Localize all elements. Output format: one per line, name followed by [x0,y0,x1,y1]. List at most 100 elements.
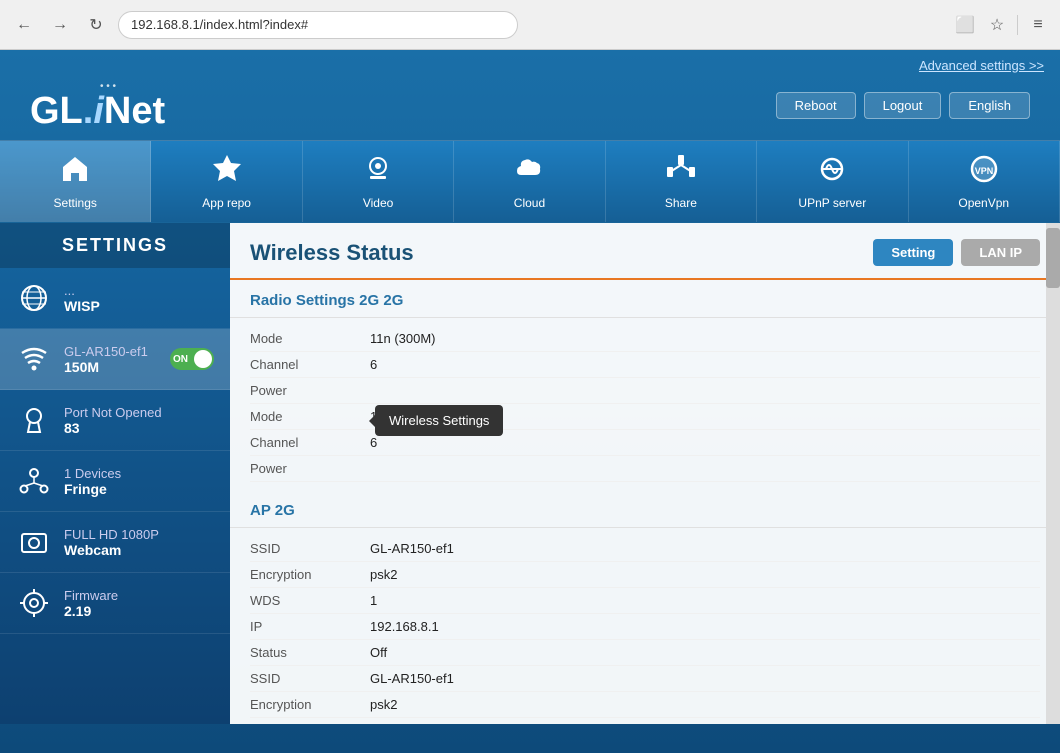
table-row: Power [250,378,1040,404]
bookmark-icon[interactable]: ☆ [985,13,1009,37]
upnp-icon [816,153,848,192]
encryption-label-2: Encryption [250,697,370,712]
devices-icon [16,463,52,499]
app-repo-icon [211,153,243,192]
firmware-sub-text: 2.19 [64,603,118,619]
nav-upnp-label: UPnP server [798,196,866,210]
wireless-icon [16,341,52,377]
table-row: Encryption psk2 [250,692,1040,718]
nav-item-settings[interactable]: Settings [0,141,151,222]
ssid-label-2: SSID [250,671,370,686]
nav-app-repo-label: App repo [202,196,251,210]
app-container: Advanced settings >> • • • GL.iNet Reboo… [0,50,1060,753]
top-bar: Advanced settings >> [0,50,1060,81]
toggle-knob [194,350,212,368]
nav-bar: Settings App repo Video [0,140,1060,223]
firmware-text: Firmware 2.19 [64,588,118,619]
nav-item-share[interactable]: Share [606,141,757,222]
sidebar: SETTINGS ... WISP [0,223,230,724]
firmware-main-text: Firmware [64,588,118,603]
language-button[interactable]: English [949,92,1030,119]
svg-text:VPN: VPN [974,166,993,176]
wds-label-1: WDS [250,593,370,608]
nav-item-openvpn[interactable]: VPN OpenVpn [909,141,1060,222]
table-row: Status Off [250,640,1040,666]
sidebar-title: SETTINGS [0,223,230,268]
port-sub-text: 83 [64,420,162,436]
logout-button[interactable]: Logout [864,92,942,119]
back-button[interactable]: ← [10,11,38,39]
advanced-settings-link[interactable]: Advanced settings >> [919,58,1044,73]
wds-label-2: WDS [250,723,370,724]
logo-container: • • • GL.iNet [30,81,165,130]
webcam-sub-text: Webcam [64,542,159,558]
content-header: Wireless Status Setting LAN IP [230,223,1060,280]
toggle-container[interactable]: ON [170,348,214,370]
setting-button[interactable]: Setting [873,239,953,266]
wireless-sub-text: 150M [64,359,148,375]
table-row: SSID GL-AR150-ef1 [250,536,1040,562]
logo-text: GL.iNet [30,92,165,130]
main-layout: SETTINGS ... WISP [0,223,1060,724]
nav-item-upnp[interactable]: UPnP server [757,141,908,222]
firmware-icon [16,585,52,621]
scrollbar[interactable] [1046,223,1060,724]
table-row: Channel 6 [250,430,1040,456]
wds-value-1: 1 [370,593,377,608]
radio-settings-table: Mode 11n (300M) Channel 6 Power Mode 11n… [230,318,1060,490]
wireless-toggle[interactable]: ON [170,348,214,370]
webcam-text: FULL HD 1080P Webcam [64,527,159,558]
devices-text: 1 Devices Fringe [64,466,121,497]
forward-button[interactable]: → [46,11,74,39]
ssid-value-1: GL-AR150-ef1 [370,541,454,556]
sidebar-item-devices[interactable]: 1 Devices Fringe [0,451,230,512]
cloud-icon [513,153,545,192]
sidebar-item-webcam[interactable]: FULL HD 1080P Webcam [0,512,230,573]
nav-share-label: Share [665,196,697,210]
sidebar-item-wireless[interactable]: GL-AR150-ef1 150M ON [0,329,230,390]
status-label: Status [250,645,370,660]
menu-icon[interactable]: ≡ [1026,13,1050,37]
webcam-main-text: FULL HD 1080P [64,527,159,542]
wireless-settings-tooltip: Wireless Settings [375,405,503,436]
sidebar-item-port[interactable]: Port Not Opened 83 [0,390,230,451]
nav-video-label: Video [363,196,393,210]
devices-sub-text: Fringe [64,481,121,497]
table-row: WDS 1 [250,588,1040,614]
reload-button[interactable]: ↻ [82,11,110,39]
wisp-sub-text: WISP [64,298,100,314]
wisp-icon [16,280,52,316]
content-area: Wireless Status Setting LAN IP Radio Set… [230,223,1060,724]
sidebar-item-wisp[interactable]: ... WISP [0,268,230,329]
ip-value-1: 192.168.8.1 [370,619,439,634]
nav-item-cloud[interactable]: Cloud [454,141,605,222]
devices-main-text: 1 Devices [64,466,121,481]
lan-ip-button[interactable]: LAN IP [961,239,1040,266]
channel-value-1: 6 [370,357,377,372]
channel-label-1: Channel [250,357,370,372]
tabs-icon[interactable]: ⬜ [953,13,977,37]
share-icon [665,153,697,192]
mode-label-1: Mode [250,331,370,346]
webcam-icon [16,524,52,560]
reboot-button[interactable]: Reboot [776,92,856,119]
header: • • • GL.iNet Reboot Logout English [0,81,1060,140]
ap-2g-table: SSID GL-AR150-ef1 Encryption psk2 WDS 1 … [230,528,1060,724]
status-value: Off [370,645,387,660]
address-bar[interactable] [118,11,518,39]
ap-2g-section-title: AP 2G [230,490,1060,528]
nav-item-app-repo[interactable]: App repo [151,141,302,222]
home-icon [59,153,91,192]
table-row: WDS 1 [250,718,1040,724]
wds-value-2: 1 [370,723,377,724]
nav-cloud-label: Cloud [514,196,545,210]
content-header-buttons: Setting LAN IP [873,239,1040,266]
sidebar-item-firmware[interactable]: Firmware 2.19 [0,573,230,634]
vpn-icon: VPN [968,153,1000,192]
port-main-text: Port Not Opened [64,405,162,420]
scrollbar-thumb[interactable] [1046,228,1060,288]
ssid-label-1: SSID [250,541,370,556]
nav-item-video[interactable]: Video [303,141,454,222]
port-icon [16,402,52,438]
content-title: Wireless Status [250,240,414,266]
